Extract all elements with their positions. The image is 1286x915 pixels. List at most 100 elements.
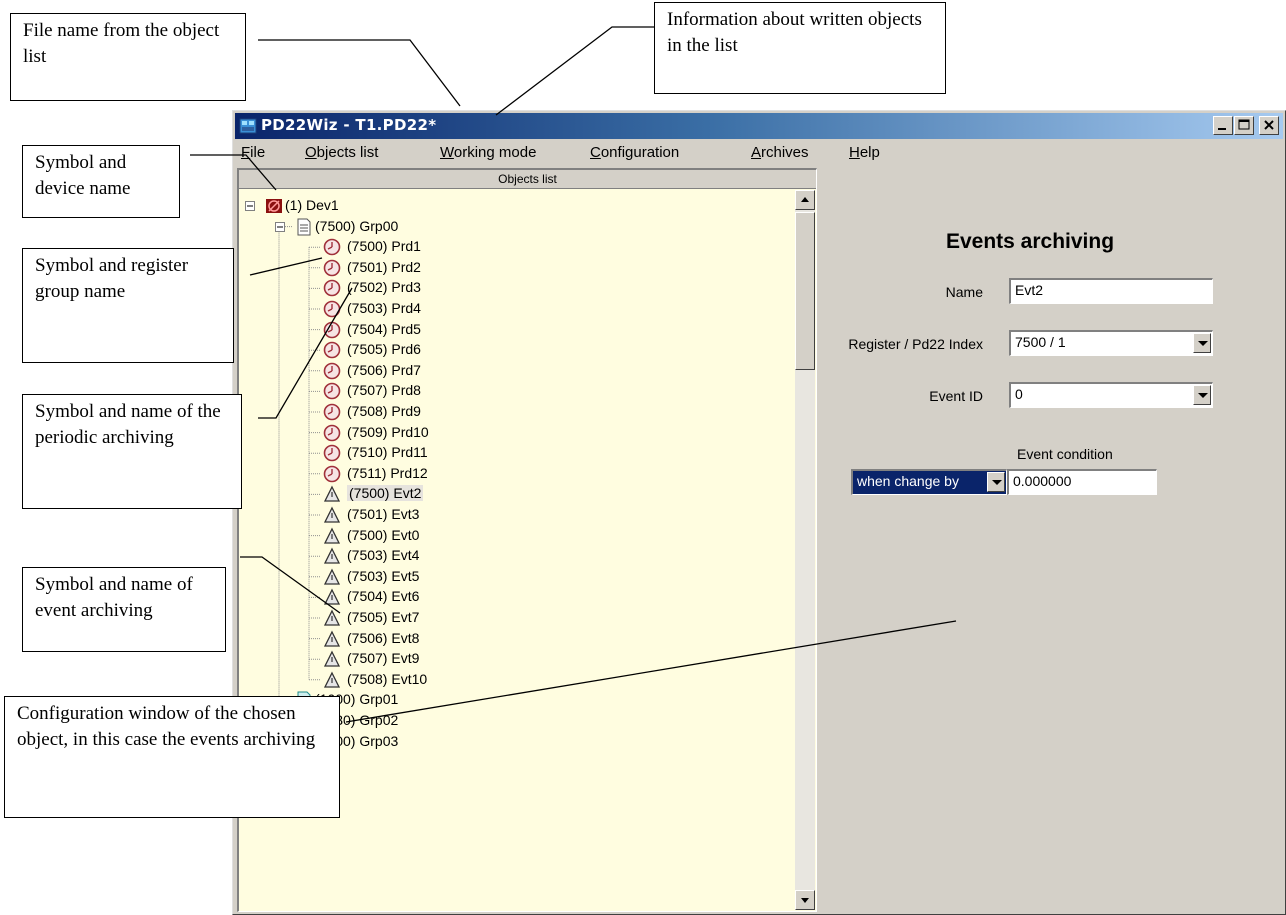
periodic-archive-icon [323, 403, 341, 421]
tree-node-label: (7503) Prd4 [347, 300, 421, 316]
periodic-archive-icon [323, 465, 341, 483]
app-icon [239, 118, 257, 134]
tree-node-label: (7500) Prd1 [347, 238, 421, 255]
scroll-down-button[interactable] [795, 890, 815, 910]
tree-node[interactable]: (7511) Prd12 [239, 464, 779, 484]
tree-node[interactable]: (7508) Evt10 [239, 670, 779, 690]
callout-group: Symbol and register group name [22, 248, 234, 363]
tree-node-label: (7509) Prd10 [347, 423, 429, 440]
collapse-toggle-icon[interactable] [275, 221, 286, 233]
tree-node[interactable]: (7504) Evt6 [239, 587, 779, 607]
tree-node-label: (7504) Evt6 [347, 588, 420, 605]
arrow-up-icon [801, 197, 809, 202]
tree-node[interactable]: (7501) Prd2 [239, 258, 779, 278]
menu-objects-list[interactable]: Objects list [305, 144, 378, 161]
tree-node[interactable]: (7505) Prd6 [239, 340, 779, 360]
callout-event: Symbol and name of event archiving [22, 567, 226, 652]
event-archive-icon [323, 506, 341, 523]
tree-node[interactable]: (7501) Evt3 [239, 505, 779, 525]
tree-node[interactable]: (7509) Prd10 [239, 423, 779, 443]
collapse-toggle-icon[interactable] [245, 201, 256, 212]
periodic-archive-icon [323, 238, 341, 256]
chevron-down-icon [1198, 393, 1208, 398]
tree-node[interactable]: (7500) Grp00 [239, 217, 779, 237]
tree-node[interactable]: (7510) Prd11 [239, 443, 779, 463]
leader-file-name [258, 39, 461, 107]
tree-node[interactable]: (7503) Evt5 [239, 567, 779, 587]
event-archive-icon [323, 485, 341, 503]
periodic-archive-icon [323, 383, 341, 400]
event-id-dropdown-button[interactable] [1193, 385, 1211, 405]
periodic-archive-icon [323, 362, 341, 380]
chevron-down-icon [992, 480, 1002, 485]
tree-node[interactable]: (7507) Prd8 [239, 381, 779, 401]
chevron-down-icon [1198, 341, 1208, 346]
tree-node-label: (7500) Grp00 [315, 217, 399, 234]
periodic-archive-icon [323, 321, 341, 338]
tree-node-label: (7506) Evt8 [347, 629, 420, 646]
scroll-up-button[interactable] [795, 190, 815, 210]
tree-node[interactable]: (7500) Evt0 [239, 526, 779, 546]
tree-node-label: (7508) Prd9 [347, 403, 421, 419]
tree-node[interactable]: (7500) Prd1 [239, 237, 779, 257]
event-condition-value-field[interactable]: 0.000000 [1007, 469, 1157, 495]
event-id-select[interactable]: 0 [1009, 382, 1213, 408]
menu-help[interactable]: Help [849, 144, 880, 161]
register-select[interactable]: 7500 / 1 [1009, 330, 1213, 356]
menu-bar: File Objects list Working mode Configura… [235, 141, 1283, 167]
tree-node-label: (7501) Evt3 [347, 506, 420, 522]
tree-node-label: (7506) Prd7 [347, 361, 421, 378]
name-field[interactable]: Evt2 [1009, 278, 1213, 304]
tree-node[interactable]: (1) Dev1 [239, 196, 779, 216]
menu-configuration[interactable]: Configuration [590, 144, 679, 161]
tree-node[interactable]: (7502) Prd3 [239, 278, 779, 298]
menu-working-mode[interactable]: Working mode [440, 144, 536, 161]
periodic-archive-icon [323, 424, 341, 441]
minimize-button[interactable] [1213, 116, 1233, 135]
title-bar[interactable]: PD22Wiz - T1.PD22* [235, 113, 1283, 139]
tree-node[interactable]: (7508) Prd9 [239, 402, 779, 422]
tree-node[interactable]: (7500) Evt2 [239, 484, 779, 504]
tree-node-label: (7503) Evt5 [347, 567, 420, 584]
config-title: Events archiving [945, 230, 1115, 253]
tree-node[interactable]: (7503) Evt4 [239, 546, 779, 566]
tree-node-label: (7500) Evt0 [347, 526, 420, 543]
tree-node-label: (7508) Evt10 [347, 670, 428, 687]
window-title: PD22Wiz - T1.PD22* [261, 116, 437, 134]
objects-list-header: Objects list [239, 170, 816, 189]
close-button[interactable] [1259, 116, 1279, 135]
maximize-button[interactable] [1234, 116, 1254, 135]
tree-node[interactable]: (7504) Prd5 [239, 320, 779, 340]
event-archive-icon [323, 568, 341, 585]
periodic-archive-icon [323, 280, 341, 297]
tree-node-label: (7500) Evt2 [347, 485, 424, 502]
tree-node-label: (7501) Prd2 [347, 258, 421, 275]
app-window: PD22Wiz - T1.PD22* File Objects list Wor… [232, 110, 1286, 915]
leader-info [495, 26, 654, 116]
tree-node[interactable]: (7503) Prd4 [239, 299, 779, 319]
tree-scrollbar[interactable] [795, 190, 815, 910]
event-condition-select[interactable]: when change by [851, 469, 1007, 495]
scroll-thumb[interactable] [795, 212, 815, 370]
maximize-icon [1238, 119, 1250, 130]
tree-node[interactable]: (7505) Evt7 [239, 608, 779, 628]
callout-file-name: File name from the object list [10, 13, 246, 101]
condition-dropdown-button[interactable] [987, 472, 1005, 492]
tree-node[interactable]: (7506) Evt8 [239, 629, 779, 649]
close-icon [1264, 120, 1274, 130]
menu-file[interactable]: File [241, 144, 265, 161]
event-archive-icon [323, 650, 341, 667]
tree-node-label: (7505) Evt7 [347, 609, 420, 625]
tree-node-label: (7504) Prd5 [347, 320, 421, 337]
menu-archives[interactable]: Archives [751, 144, 809, 161]
tree-node[interactable]: (7506) Prd7 [239, 361, 779, 381]
periodic-archive-icon [323, 259, 341, 277]
tree-node-label: (7507) Prd8 [347, 382, 421, 399]
device-icon [266, 199, 282, 213]
register-dropdown-button[interactable] [1193, 333, 1211, 353]
tree-node-label: (7503) Evt4 [347, 547, 420, 564]
periodic-archive-icon [323, 341, 341, 359]
name-label: Name [945, 284, 983, 300]
tree-node[interactable]: (7507) Evt9 [239, 649, 779, 669]
event-archive-icon [323, 547, 341, 564]
